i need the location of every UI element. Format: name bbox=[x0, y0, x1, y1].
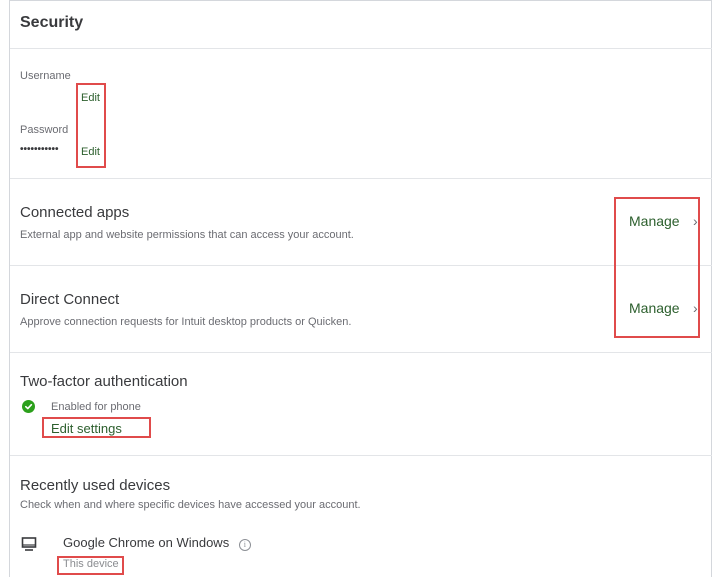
devices-description: Check when and where specific devices ha… bbox=[20, 499, 361, 511]
devices-title: Recently used devices bbox=[20, 477, 171, 494]
username-label: Username bbox=[20, 70, 71, 82]
divider bbox=[10, 455, 712, 456]
password-value: ••••••••••• bbox=[20, 144, 59, 155]
two-factor-title: Two-factor authentication bbox=[20, 373, 188, 390]
password-label: Password bbox=[20, 124, 69, 136]
divider bbox=[10, 48, 712, 49]
device-name: Google Chrome on Windows bbox=[63, 535, 230, 550]
divider bbox=[10, 352, 712, 353]
device-row: Google Chrome on Windows i bbox=[63, 535, 251, 551]
direct-connect-title: Direct Connect bbox=[20, 291, 120, 308]
direct-connect-description: Approve connection requests for Intuit d… bbox=[20, 316, 352, 328]
divider bbox=[10, 265, 712, 266]
page-title: Security bbox=[20, 14, 84, 31]
connected-apps-description: External app and website permissions tha… bbox=[20, 229, 354, 241]
highlight-box bbox=[42, 417, 151, 438]
connected-apps-title: Connected apps bbox=[20, 204, 130, 221]
highlight-box bbox=[57, 556, 124, 575]
divider bbox=[10, 178, 712, 179]
highlight-box bbox=[614, 197, 700, 338]
monitor-icon bbox=[21, 536, 37, 557]
highlight-box bbox=[76, 83, 106, 168]
two-factor-status: Enabled for phone bbox=[51, 401, 141, 413]
check-circle-icon bbox=[22, 400, 35, 413]
info-icon[interactable]: i bbox=[238, 539, 251, 551]
